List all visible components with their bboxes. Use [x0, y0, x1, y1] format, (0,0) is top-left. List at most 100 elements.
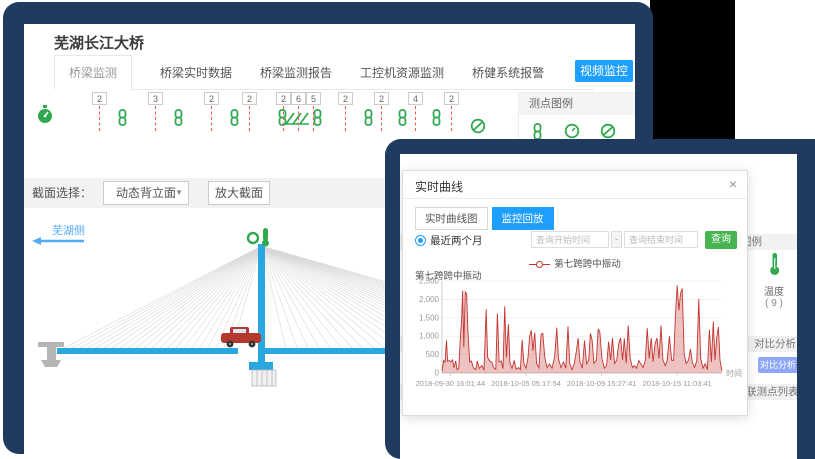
modal-window-frame: 测点图例 温度 ( 9 ) 对比分析 对比分析 联测点列表 实时曲线 × 实时曲 [385, 139, 815, 459]
sensor-dashed-line [345, 106, 347, 131]
thermometer-label: 温度 [752, 283, 796, 298]
sensor-unit[interactable]: 2 [276, 92, 291, 131]
enlarge-section-button[interactable]: 放大截面 [208, 181, 270, 205]
section-select-dropdown[interactable]: 动态背立面 ▼ [103, 181, 189, 205]
abutment-pier [38, 342, 64, 367]
svg-text:500: 500 [426, 350, 440, 359]
close-icon[interactable]: × [729, 176, 737, 192]
sensor-unit[interactable]: 2 [374, 92, 389, 131]
tab-ipc-resource-monitor[interactable]: 工控机资源监测 [360, 56, 444, 89]
sensor-count-badge: 2 [444, 92, 459, 105]
tab-bridge-monitoring[interactable]: 桥梁监测 [54, 55, 132, 90]
sensor-unit[interactable]: 2 [242, 92, 257, 131]
pylon-footing-cap [249, 362, 273, 370]
compare-analysis-button[interactable]: 对比分析 [758, 357, 797, 373]
page-title: 芜湖长江大桥 [54, 32, 144, 53]
section-select-value: 动态背立面 [116, 186, 176, 200]
sensor-count-badge: 2 [204, 92, 219, 105]
video-monitor-button[interactable]: 视频监控 [575, 60, 633, 82]
svg-text:2018-09-30 16:01:44: 2018-09-30 16:01:44 [416, 379, 486, 388]
car [221, 327, 261, 347]
sensor-dashed-line [249, 106, 251, 131]
sensor-dashed-line [155, 106, 157, 131]
radio-last-two-months[interactable] [415, 235, 426, 246]
legend-label: 第七跨跨中振动 [554, 259, 621, 270]
sensor-dashed-line [381, 106, 383, 131]
sensor-unit[interactable]: 2 [444, 92, 459, 131]
radio-label: 最近两个月 [430, 233, 483, 248]
thermometer-icon [768, 252, 781, 276]
dialog-title: 实时曲线 [415, 178, 463, 195]
pylon-top-sensors [248, 228, 269, 247]
bg-thermometer-block[interactable]: 温度 ( 9 ) [752, 252, 796, 309]
ban-sensor[interactable] [470, 118, 486, 139]
chain-link-icon [116, 109, 129, 126]
sensor-count-badge: 5 [306, 92, 321, 105]
svg-text:时间: 时间 [726, 368, 742, 378]
filter-row: 最近两个月 - 查询 [403, 231, 747, 251]
sensor-unit[interactable]: 6 [291, 92, 306, 131]
sensor-count-badge: 2 [276, 92, 291, 105]
svg-text:1,000: 1,000 [419, 332, 440, 341]
gauge-icon [564, 123, 580, 139]
sensor-unit[interactable]: 2 [204, 92, 219, 131]
tab-bridge-realtime-data[interactable]: 桥梁实时数据 [160, 56, 232, 89]
svg-text:2018-10-09 15:27:41: 2018-10-09 15:27:41 [567, 379, 637, 388]
chain-link-icon [531, 123, 544, 140]
svg-text:2,000: 2,000 [419, 295, 440, 304]
sensor-count-badge: 4 [408, 92, 423, 105]
sensor-dashed-line [451, 106, 453, 131]
chain-link-icon [228, 109, 241, 126]
gauge-sensor[interactable] [36, 104, 54, 130]
svg-text:2018-10-05 05:17:54: 2018-10-05 05:17:54 [491, 379, 561, 388]
tab-monitor-playback[interactable]: 监控回放 [492, 207, 554, 230]
end-time-input[interactable] [624, 231, 698, 248]
svg-text:2018-10-15 11:03:41: 2018-10-15 11:03:41 [643, 379, 712, 388]
gauge-icon [248, 233, 258, 243]
chain-link-icon [172, 109, 185, 126]
sensor-count-badge: 3 [148, 92, 163, 105]
main-tabbar: 桥梁监测 桥梁实时数据 桥梁监测报告 工控机资源监测 桥健系统报警 [54, 58, 594, 90]
dialog-header: 实时曲线 × [403, 171, 747, 199]
svg-text:2,500: 2,500 [419, 277, 440, 286]
sensor-dashed-line [283, 106, 285, 131]
section-select-label: 截面选择： [32, 178, 92, 208]
deck-joint-gap [238, 348, 258, 354]
thermometer-count: ( 9 ) [752, 298, 796, 309]
sensor-dashed-line [313, 106, 315, 131]
desktop-black-area [650, 0, 735, 148]
chain-sensor[interactable] [116, 109, 129, 131]
sensor-unit[interactable]: 4 [408, 92, 423, 131]
query-button[interactable]: 查询 [705, 231, 737, 249]
sensor-dashed-line [415, 106, 417, 131]
sensor-unit[interactable]: 2 [338, 92, 353, 131]
start-time-input[interactable] [531, 231, 609, 248]
tab-bridge-health-alarm[interactable]: 桥健系统报警 [472, 56, 544, 89]
sensor-unit[interactable]: 2 [92, 92, 107, 131]
sensor-count-badge: 2 [92, 92, 107, 105]
sensor-dashed-line [298, 106, 300, 131]
sensor-unit[interactable]: 5 [306, 92, 321, 131]
gauge-icon [36, 104, 54, 125]
thermometer-icon [263, 228, 268, 241]
chain-sensor[interactable] [172, 109, 185, 131]
legend-marker-icon [529, 259, 550, 270]
tab-bridge-monitor-report[interactable]: 桥梁监测报告 [260, 56, 332, 89]
chain-sensor[interactable] [228, 109, 241, 131]
direction-indicator: 芜湖侧 [32, 223, 85, 245]
vibration-chart: 05001,0001,5002,0002,5002018-09-30 16:01… [406, 277, 746, 401]
bridge-pylon [258, 244, 265, 362]
arrow-left-icon [32, 237, 41, 245]
ban-icon [600, 123, 616, 139]
chain-sensor[interactable] [430, 109, 443, 131]
dialog-tabs: 实时曲线图 监控回放 [415, 207, 554, 230]
sensor-unit[interactable]: 3 [148, 92, 163, 131]
tab-realtime-curve-chart[interactable]: 实时曲线图 [415, 207, 488, 230]
sensor-dashed-line [211, 106, 213, 131]
sensor-count-badge: 2 [338, 92, 353, 105]
pylon-piles [252, 370, 276, 386]
sensor-count-badge: 6 [291, 92, 306, 105]
modal-window-content: 测点图例 温度 ( 9 ) 对比分析 对比分析 联测点列表 实时曲线 × 实时曲 [400, 154, 797, 459]
svg-text:1,500: 1,500 [419, 313, 440, 322]
ban-icon [470, 118, 486, 134]
